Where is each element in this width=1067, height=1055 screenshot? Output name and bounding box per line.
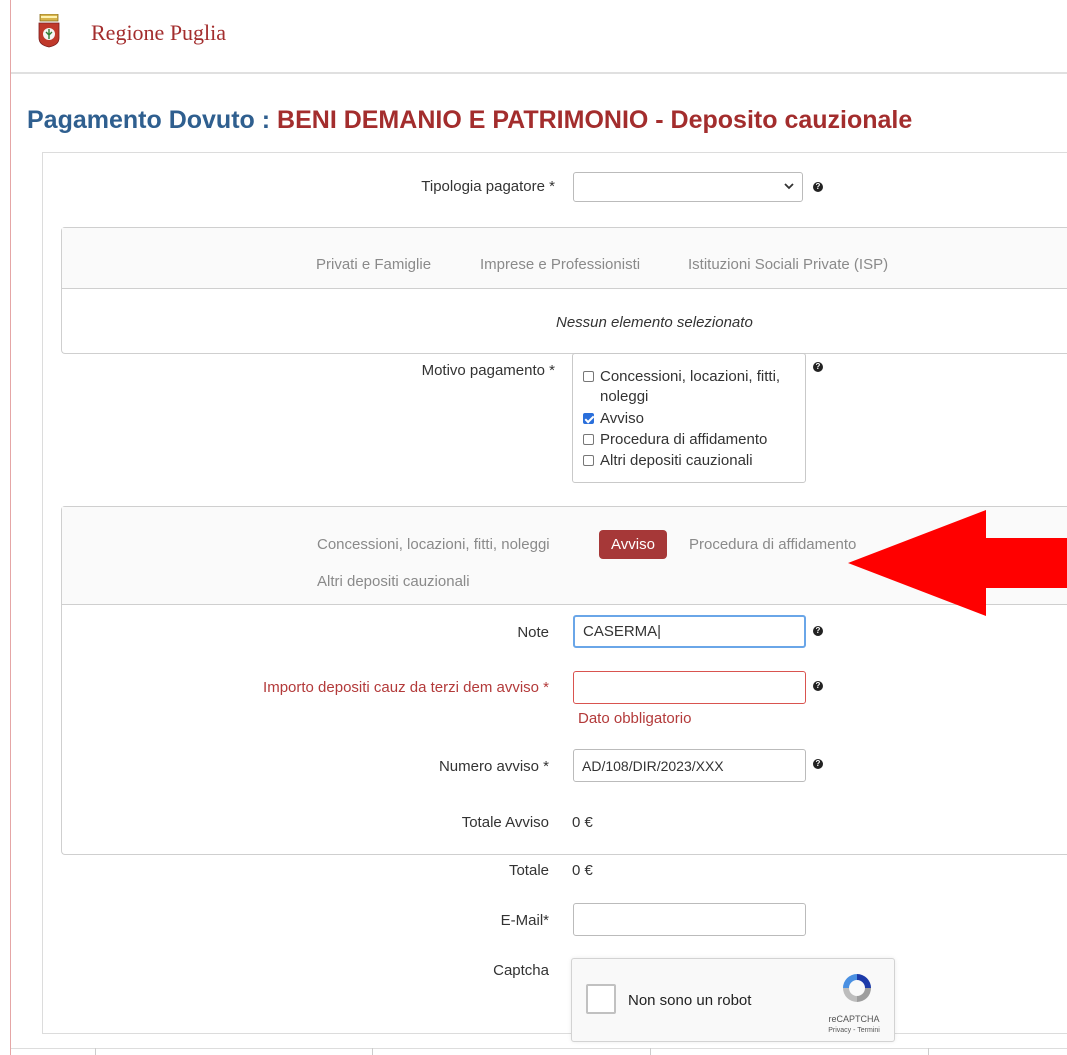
help-icon[interactable]: ? bbox=[813, 681, 823, 691]
motivo-label: Motivo pagamento * bbox=[421, 362, 555, 379]
motivo-option-concessioni[interactable]: Concessioni, locazioni, fitti, noleggi bbox=[583, 367, 805, 407]
coat-of-arms-icon[interactable] bbox=[38, 14, 60, 48]
title-main: BENI DEMANIO E PATRIMONIO - Deposito cau… bbox=[277, 106, 913, 134]
motivo-checklist: Concessioni, locazioni, fitti, noleggi A… bbox=[572, 353, 806, 483]
motivo-option-altri[interactable]: Altri depositi cauzionali bbox=[583, 451, 805, 471]
totale-label: Totale bbox=[508, 862, 549, 879]
note-label: Note bbox=[517, 624, 549, 641]
totale-avviso-value: 0 € bbox=[572, 814, 593, 831]
help-icon[interactable]: ? bbox=[813, 182, 823, 192]
recaptcha-widget: Non sono un robot reCAPTCHA Privacy - Te… bbox=[571, 958, 895, 1042]
motivo-option-label: Procedura di affidamento bbox=[600, 431, 768, 448]
motivo-option-procedura[interactable]: Procedura di affidamento bbox=[583, 430, 805, 450]
recaptcha-icon bbox=[843, 974, 871, 1002]
title-prefix: Pagamento Dovuto : bbox=[27, 106, 271, 134]
tab-imprese-professionisti[interactable]: Imprese e Professionisti bbox=[480, 256, 640, 273]
captcha-label: Captcha bbox=[493, 962, 549, 979]
totale-value: 0 € bbox=[572, 862, 593, 879]
motivo-option-label: Altri depositi cauzionali bbox=[600, 452, 753, 469]
site-header: Regione Puglia bbox=[11, 0, 1067, 74]
recaptcha-label: Non sono un robot bbox=[628, 992, 752, 1009]
page-border-left bbox=[10, 0, 11, 1055]
email-label: E-Mail* bbox=[500, 912, 549, 929]
importo-error-message: Dato obbligatorio bbox=[578, 710, 692, 727]
footer-tick bbox=[650, 1048, 651, 1055]
totale-avviso-label: Totale Avviso bbox=[461, 814, 549, 831]
tipologia-tabs-header: Privati e Famiglie Imprese e Professioni… bbox=[62, 228, 1067, 289]
recaptcha-brand: reCAPTCHA bbox=[828, 1014, 880, 1024]
help-icon[interactable]: ? bbox=[813, 626, 823, 636]
red-arrow-annotation bbox=[848, 510, 1067, 616]
checkbox[interactable] bbox=[583, 434, 594, 445]
chevron-down-icon bbox=[784, 183, 794, 190]
footer-tick bbox=[95, 1048, 96, 1055]
tab-isp[interactable]: Istituzioni Sociali Private (ISP) bbox=[688, 256, 888, 273]
footer-tick bbox=[372, 1048, 373, 1055]
tipologia-empty-message: Nessun elemento selezionato bbox=[556, 314, 753, 331]
checkbox[interactable] bbox=[583, 371, 594, 382]
tab-altri-depositi[interactable]: Altri depositi cauzionali bbox=[317, 573, 470, 590]
footer-divider bbox=[11, 1048, 1067, 1049]
tab-concessioni[interactable]: Concessioni, locazioni, fitti, noleggi bbox=[317, 536, 550, 553]
motivo-option-label: Avviso bbox=[600, 410, 644, 427]
recaptcha-checkbox[interactable] bbox=[586, 984, 616, 1014]
tipologia-select[interactable] bbox=[573, 172, 803, 202]
page-title: Pagamento Dovuto : BENI DEMANIO E PATRIM… bbox=[27, 106, 912, 135]
tipologia-tabs-panel: Privati e Famiglie Imprese e Professioni… bbox=[61, 227, 1067, 354]
numero-avviso-label: Numero avviso * bbox=[438, 758, 549, 775]
checkbox[interactable] bbox=[583, 455, 594, 466]
tab-procedura[interactable]: Procedura di affidamento bbox=[689, 536, 856, 553]
tipologia-label: Tipologia pagatore * bbox=[421, 178, 555, 195]
numero-avviso-input[interactable] bbox=[573, 749, 806, 782]
help-icon[interactable]: ? bbox=[813, 759, 823, 769]
importo-label: Importo depositi cauz da terzi dem avvis… bbox=[263, 679, 549, 696]
email-input[interactable] bbox=[573, 903, 806, 936]
motivo-option-avviso[interactable]: Avviso bbox=[583, 409, 805, 429]
help-icon[interactable]: ? bbox=[813, 362, 823, 372]
checkbox-checked[interactable] bbox=[583, 413, 594, 424]
brand-name[interactable]: Regione Puglia bbox=[91, 20, 226, 46]
importo-input[interactable] bbox=[573, 671, 806, 704]
footer-tick bbox=[928, 1048, 929, 1055]
note-input[interactable] bbox=[573, 615, 806, 648]
recaptcha-links[interactable]: Privacy - Termini bbox=[826, 1027, 882, 1034]
tab-privati-famiglie[interactable]: Privati e Famiglie bbox=[316, 256, 431, 273]
motivo-option-label: Concessioni, locazioni, fitti, noleggi bbox=[600, 368, 781, 405]
tab-avviso[interactable]: Avviso bbox=[599, 530, 667, 559]
